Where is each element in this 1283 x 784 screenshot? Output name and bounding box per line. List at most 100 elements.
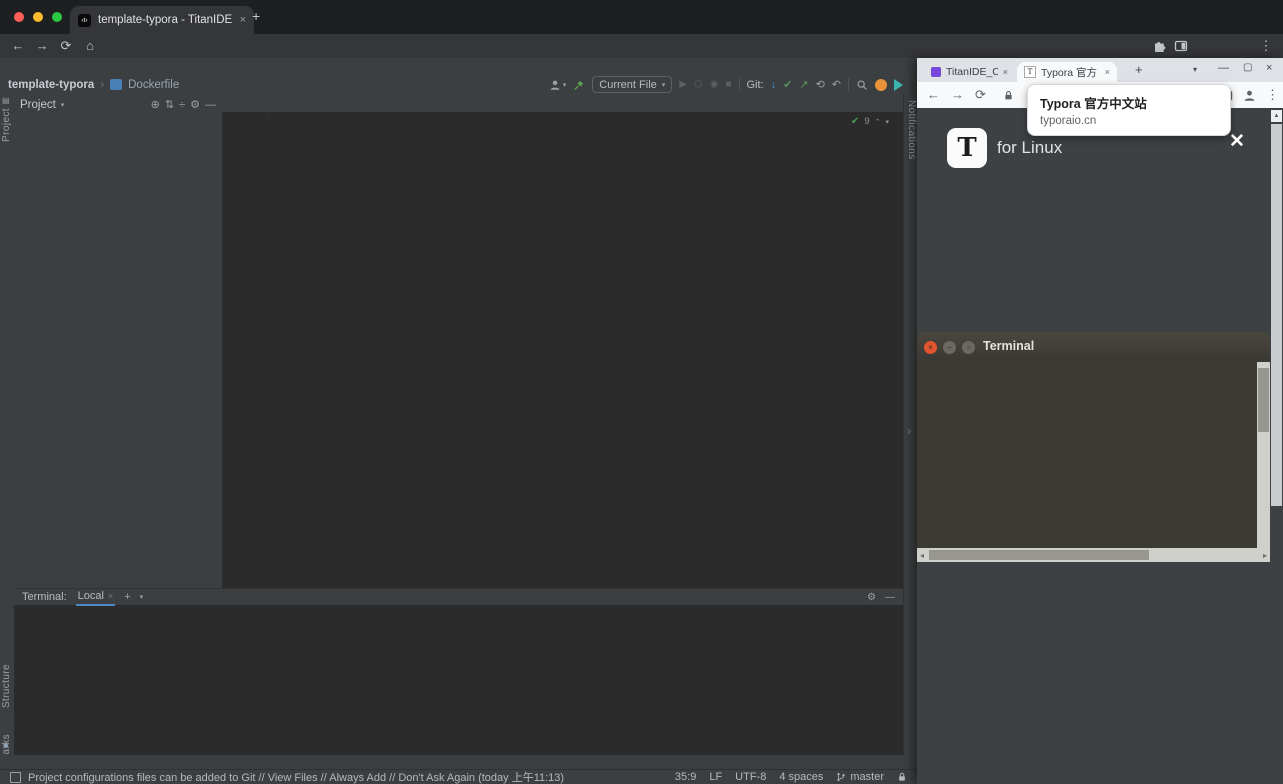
terminal-hide-icon[interactable]: — [885, 592, 895, 603]
banner-close-icon[interactable]: ✕ [1229, 130, 1245, 153]
profiler-icon[interactable]: ◉ [710, 79, 719, 90]
ide-menubar [0, 58, 917, 75]
build-hammer-icon[interactable] [573, 79, 585, 91]
breadcrumb: template-typora › Dockerfile [8, 76, 179, 93]
restore-icon[interactable]: ▢ [1243, 62, 1252, 73]
side-panel-icon[interactable] [1174, 39, 1188, 53]
forward-icon[interactable]: → [32, 34, 52, 58]
minimize-icon[interactable]: — [1218, 62, 1229, 74]
indent-style[interactable]: 4 spaces [779, 771, 823, 783]
breadcrumb-file[interactable]: Dockerfile [128, 79, 179, 91]
typora-page: T for Linux ✕ ▲ × − ▫ Terminal ◂ ▸ [917, 108, 1283, 784]
git-update-icon[interactable]: ↓ [771, 79, 777, 91]
git-history-icon[interactable]: ⟲ [816, 78, 825, 91]
next-problem-icon[interactable]: ▾ [885, 118, 889, 126]
locate-file-icon[interactable]: ⊕ [151, 98, 160, 111]
search-everywhere-icon[interactable] [856, 79, 868, 91]
editor-body[interactable]: ✔ 9 ⌃ ▾ [222, 112, 903, 588]
git-rollback-icon[interactable]: ↶ [832, 78, 841, 91]
status-bar: Project configurations files can be adde… [0, 769, 917, 784]
project-panel-header: Project ▾ ⊕ ⇅ ÷ ⚙ — [14, 94, 222, 115]
ubuntu-minimize-icon: − [943, 341, 956, 354]
run-config-chevron-icon: ▾ [661, 81, 666, 89]
line-separator[interactable]: LF [709, 771, 722, 783]
user-icon[interactable] [549, 79, 561, 91]
left-tool-stripe: ▤ Project Structure Bookmarks ⚑ [0, 94, 15, 784]
git-push-icon[interactable]: ↗ [799, 78, 808, 91]
screen: ‹t› template-typora - TitanIDE × + ← → ⟳… [0, 0, 1283, 784]
caret-position[interactable]: 35:9 [675, 771, 696, 783]
new-terminal-icon[interactable]: + [124, 591, 130, 603]
run-icon[interactable]: ▶ [679, 79, 687, 90]
preview-tab-titanide[interactable]: TitanIDE_Cl × [924, 62, 1015, 82]
stop-icon[interactable]: ■ [725, 79, 731, 90]
scroll-up-arrow[interactable]: ▲ [1271, 110, 1282, 122]
close-window-button[interactable] [14, 12, 24, 22]
minimize-window-button[interactable] [33, 12, 43, 22]
forward-icon[interactable]: → [951, 82, 964, 108]
preview-tab-typora[interactable]: T Typora 官方 × [1017, 62, 1117, 82]
typora-favicon: T [1024, 66, 1036, 78]
splitter-expand-icon[interactable]: › [907, 424, 911, 438]
readonly-lock-icon[interactable] [897, 772, 907, 782]
back-icon[interactable]: ← [8, 34, 28, 58]
status-right: 35:9 LF UTF-8 4 spaces master [675, 771, 907, 783]
file-encoding[interactable]: UTF-8 [735, 771, 766, 783]
close-tab-icon[interactable]: × [240, 14, 246, 26]
expand-all-icon[interactable]: ⇅ [165, 98, 174, 111]
git-branch-name[interactable]: master [850, 771, 884, 783]
browser-menu-icon[interactable]: ⋮ [1266, 82, 1279, 108]
page-scrollbar-thumb[interactable] [1271, 124, 1282, 506]
terminal-options-chevron-icon[interactable]: ▾ [140, 593, 144, 601]
home-icon[interactable]: ⌂ [80, 34, 100, 58]
reload-icon[interactable]: ⟳ [56, 34, 76, 58]
collapse-all-icon[interactable]: ÷ [179, 99, 185, 111]
inspections-widget[interactable]: ✔ 9 ⌃ ▾ [851, 116, 889, 127]
settings-gear-icon[interactable]: ⚙ [190, 98, 200, 111]
terminal-tab-close-icon[interactable]: × [108, 591, 113, 601]
close-tab-icon[interactable]: × [1003, 67, 1008, 77]
hide-panel-icon[interactable]: — [205, 99, 216, 111]
debug-icon[interactable]: ⬡ [694, 79, 703, 90]
terminal-settings-gear-icon[interactable]: ⚙ [867, 592, 876, 603]
browser-tab[interactable]: ‹t› template-typora - TitanIDE × [70, 6, 254, 34]
titanide-favicon: ‹t› [78, 13, 91, 27]
terminal-tab-local[interactable]: Local × [75, 589, 116, 606]
run-config-selector[interactable]: Current File ▾ [592, 76, 673, 93]
breadcrumb-project[interactable]: template-typora [8, 79, 94, 91]
bran​ch-icon [836, 772, 846, 782]
tool-window-bar [0, 755, 917, 769]
back-icon[interactable]: ← [927, 82, 940, 108]
new-tab-button[interactable]: + [252, 8, 260, 24]
editor-gutter [222, 112, 268, 116]
event-log-icon[interactable] [10, 771, 21, 783]
editor-code[interactable] [268, 112, 903, 116]
tab-list-chevron-icon[interactable]: ▾ [1193, 65, 1197, 74]
close-icon[interactable]: × [1266, 62, 1272, 74]
prev-problem-icon[interactable]: ⌃ [875, 118, 881, 126]
profile-icon[interactable] [1243, 89, 1256, 102]
new-tab-icon[interactable]: + [1135, 62, 1143, 77]
reload-icon[interactable]: ⟳ [975, 82, 986, 108]
inspections-ok-icon: ✔ [850, 116, 860, 127]
window-controls[interactable] [14, 12, 71, 22]
titanide-cloud-favicon [931, 67, 941, 77]
close-tab-icon[interactable]: × [1105, 67, 1110, 77]
dockerfile-icon [110, 79, 123, 90]
ubuntu-terminal-screenshot: × − ▫ Terminal ◂ ▸ [917, 332, 1270, 562]
ubuntu-terminal-titlebar: × − ▫ Terminal [917, 332, 1270, 362]
extensions-puzzle-icon[interactable] [1152, 39, 1166, 53]
stripe-structure-label[interactable]: Structure [1, 664, 12, 708]
titanide-logo-icon[interactable] [894, 78, 903, 91]
stripe-notifications-label[interactable]: Notifications [906, 100, 917, 160]
status-message[interactable]: Project configurations files can be adde… [28, 769, 564, 784]
project-panel-title[interactable]: Project [20, 99, 56, 111]
terminal-label: Terminal: [22, 591, 67, 603]
ubuntu-close-icon: × [924, 341, 937, 354]
stripe-project-label[interactable]: Project [1, 108, 12, 142]
browser-menu-icon[interactable]: ⋮ [1256, 34, 1276, 58]
project-view-chevron-icon[interactable]: ▾ [61, 101, 65, 109]
maximize-window-button[interactable] [52, 12, 62, 22]
whats-new-icon[interactable] [875, 78, 887, 91]
git-commit-icon[interactable]: ✔ [783, 78, 792, 91]
